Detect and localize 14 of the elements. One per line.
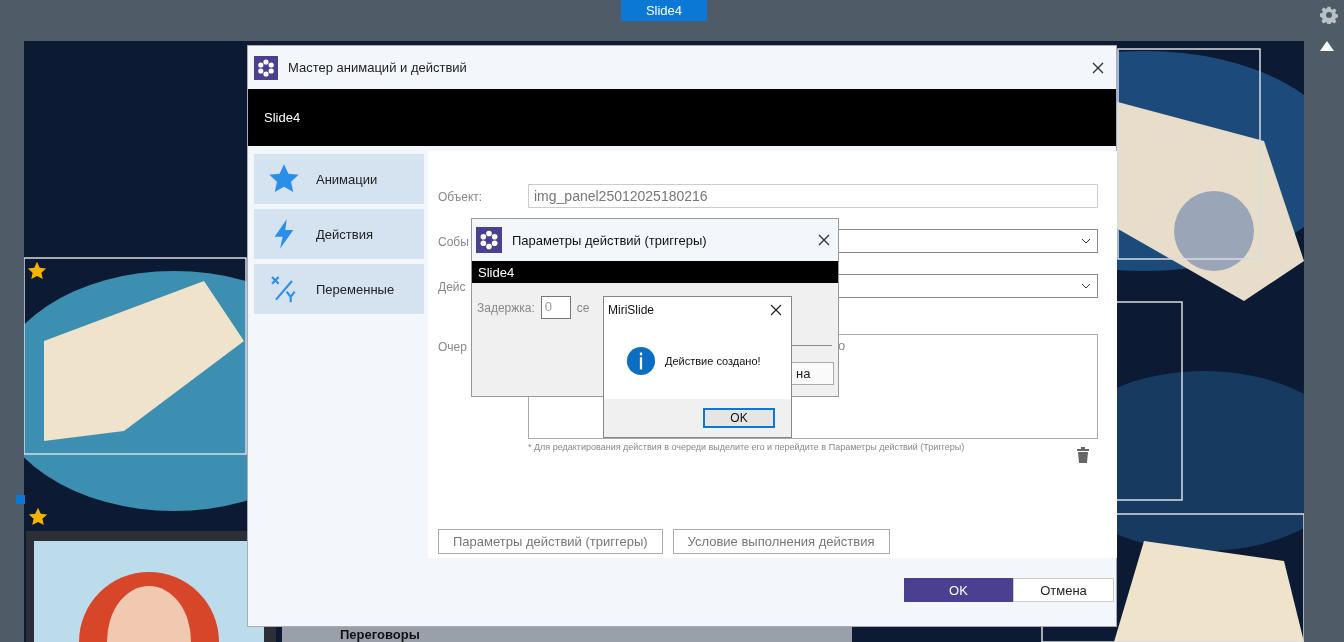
message-text: Действие создано! — [665, 355, 761, 367]
hint-text: * Для редактирования действия в очереди выделите его и перейдите в Параметры действий (Триггеры) — [528, 442, 965, 454]
dialog-title: Мастер анимаций и действий — [288, 60, 467, 75]
slide-caption: Переговоры — [340, 628, 420, 642]
field-label: Собы — [438, 235, 469, 249]
delay-label: Задержка: — [477, 300, 535, 315]
unit-label: се — [576, 300, 590, 315]
dialog-title: MiriSlide — [608, 303, 654, 317]
slide-name-bar: Slide4 — [472, 261, 838, 283]
field-label: Очер — [438, 340, 467, 354]
field-label: Дейс — [438, 280, 466, 294]
field-label: Объект: — [438, 190, 483, 204]
dialog-title: Параметры действий (триггеры) — [512, 232, 707, 248]
slide-name-bar: Slide4 — [248, 89, 1116, 146]
